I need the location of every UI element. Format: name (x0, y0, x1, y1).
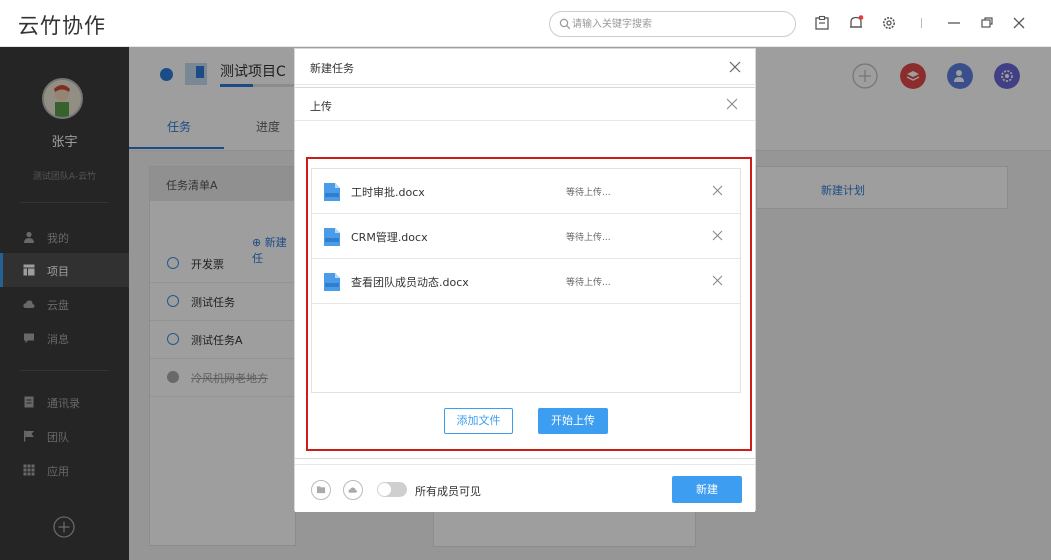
title-bar: 云竹协作 (0, 0, 1051, 47)
file-row: CRM管理.docx 等待上传... (312, 214, 740, 259)
restore-icon[interactable] (978, 14, 996, 32)
titlebar-separator (921, 18, 922, 28)
file-status: 等待上传... (566, 188, 611, 198)
folder-icon[interactable] (311, 480, 331, 500)
clipboard-icon[interactable] (813, 14, 831, 32)
app-title: 云竹协作 (18, 14, 106, 38)
visibility-label: 所有成员可见 (415, 485, 481, 498)
new-task-dialog-title: 新建任务 (310, 62, 354, 75)
upload-file-list: 工时审批.docx 等待上传... CRM管理.docx 等待上传... 查看团… (311, 168, 741, 393)
file-name: CRM管理.docx (351, 231, 428, 244)
search-icon (559, 18, 571, 30)
file-row: 工时审批.docx 等待上传... (312, 169, 740, 214)
doc-file-icon (324, 228, 340, 246)
upload-dialog-header: 上传 (295, 88, 755, 121)
upload-dialog-title: 上传 (310, 100, 332, 113)
close-icon[interactable] (726, 98, 738, 110)
visibility-toggle[interactable] (377, 482, 407, 497)
remove-file-icon[interactable] (712, 185, 723, 196)
new-task-dialog-header: 新建任务 (295, 49, 755, 85)
gear-icon[interactable] (880, 14, 898, 32)
start-upload-button[interactable]: 开始上传 (538, 408, 608, 434)
cloud-upload-icon[interactable] (343, 480, 363, 500)
search-input[interactable] (572, 16, 787, 32)
create-button[interactable]: 新建 (672, 476, 742, 503)
file-name: 工时审批.docx (351, 186, 425, 199)
search-box[interactable] (549, 11, 796, 37)
file-name: 查看团队成员动态.docx (351, 276, 469, 289)
remove-file-icon[interactable] (712, 275, 723, 286)
minimize-icon[interactable] (945, 14, 963, 32)
upload-dialog: 上传 工时审批.docx 等待上传... CRM管理.docx 等待上传... … (294, 87, 756, 459)
file-status: 等待上传... (566, 278, 611, 288)
close-icon[interactable] (729, 61, 741, 73)
new-task-dialog-footer: 所有成员可见 新建 (295, 464, 755, 512)
bell-icon[interactable] (847, 14, 865, 32)
remove-file-icon[interactable] (712, 230, 723, 241)
doc-file-icon (324, 273, 340, 291)
file-row: 查看团队成员动态.docx 等待上传... (312, 259, 740, 304)
add-file-button[interactable]: 添加文件 (444, 408, 513, 434)
doc-file-icon (324, 183, 340, 201)
file-status: 等待上传... (566, 233, 611, 243)
close-window-icon[interactable] (1010, 14, 1028, 32)
